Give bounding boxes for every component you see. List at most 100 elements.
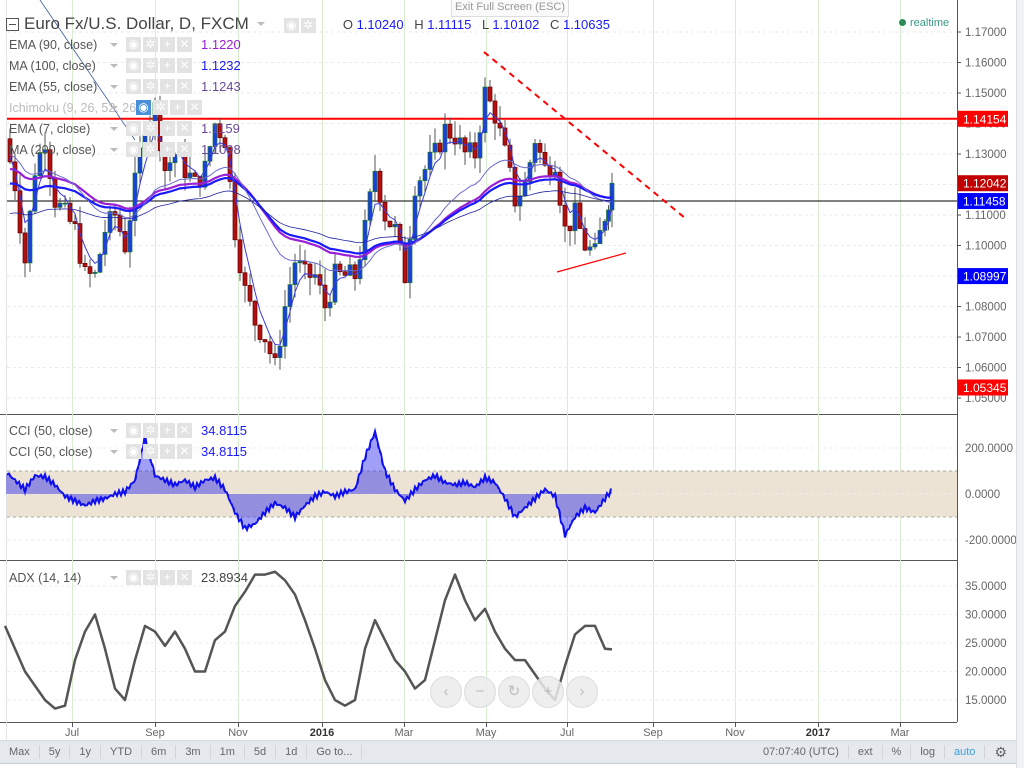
- close-icon[interactable]: ✕: [177, 121, 192, 136]
- gear-icon[interactable]: ✲: [300, 18, 316, 33]
- gear-icon[interactable]: ✲: [143, 58, 158, 73]
- indicator-name[interactable]: Ichimoku (9, 26, 52, 26): [9, 101, 140, 115]
- range-button-5d[interactable]: 5d: [245, 745, 277, 759]
- plus-icon[interactable]: +: [160, 121, 175, 136]
- gear-icon[interactable]: ✲: [143, 121, 158, 136]
- eye-icon[interactable]: ◉: [126, 444, 141, 459]
- plus-icon[interactable]: +: [160, 423, 175, 438]
- eye-icon[interactable]: ◉: [126, 37, 141, 52]
- indicator-legend[interactable]: CCI (50, close) ◉ ✲ + ✕ 34.8115: [9, 444, 247, 459]
- collapse-legend-icon[interactable]: [6, 17, 19, 31]
- close-icon[interactable]: ✕: [177, 142, 192, 157]
- plus-icon[interactable]: +: [170, 100, 185, 115]
- scroll-right-button[interactable]: ›: [566, 676, 598, 708]
- gear-icon[interactable]: ✲: [143, 37, 158, 52]
- plus-icon[interactable]: +: [160, 444, 175, 459]
- gear-icon[interactable]: ✲: [153, 100, 168, 115]
- indicator-name[interactable]: EMA (90, close): [9, 38, 107, 52]
- scale-toggle-percent[interactable]: %: [883, 745, 912, 759]
- range-button-1d[interactable]: 1d: [276, 745, 308, 759]
- scroll-left-button[interactable]: ‹: [430, 676, 462, 708]
- plus-icon[interactable]: +: [160, 570, 175, 585]
- candle-body: [427, 151, 433, 170]
- plus-icon[interactable]: +: [160, 37, 175, 52]
- scale-toggle-auto[interactable]: auto: [945, 745, 986, 759]
- gear-icon[interactable]: ✲: [143, 142, 158, 157]
- range-button-1m[interactable]: 1m: [211, 745, 245, 759]
- indicator-legend[interactable]: EMA (7, close) ◉ ✲ + ✕ 1.1159: [9, 121, 240, 136]
- indicator-legend[interactable]: ADX (14, 14) ◉ ✲ + ✕ 23.8934: [9, 570, 248, 585]
- range-button-3m[interactable]: 3m: [176, 745, 211, 759]
- eye-icon[interactable]: ◉: [126, 570, 141, 585]
- price-label-value: 1.14154: [963, 112, 1007, 126]
- indicator-legend[interactable]: MA (100, close) ◉ ✲ + ✕ 1.1232: [9, 58, 241, 73]
- indicator-legend[interactable]: EMA (55, close) ◉ ✲ + ✕ 1.1243: [9, 79, 241, 94]
- ma-100-line: [9, 176, 613, 255]
- close-icon[interactable]: ✕: [177, 37, 192, 52]
- chevron-down-icon[interactable]: [110, 147, 118, 152]
- chevron-down-icon[interactable]: [256, 22, 265, 26]
- plus-icon[interactable]: +: [160, 58, 175, 73]
- bottom-toolbar: Max 5y 1y YTD 6m 3m 1m 5d 1d Go to... 07:07:40 (UT…: [0, 740, 1016, 764]
- indicator-legend[interactable]: EMA (90, close) ◉ ✲ + ✕ 1.1220: [9, 37, 241, 52]
- close-icon[interactable]: ✕: [177, 444, 192, 459]
- range-button-6m[interactable]: 6m: [142, 745, 177, 759]
- eye-icon[interactable]: ◉: [126, 58, 141, 73]
- indicator-name[interactable]: EMA (55, close): [9, 80, 107, 94]
- close-icon[interactable]: ✕: [187, 100, 202, 115]
- settings-gear-icon[interactable]: ⚙: [985, 745, 1016, 759]
- chevron-down-icon[interactable]: [110, 105, 118, 110]
- indicator-legend[interactable]: MA (200, close) ◉ ✲ + ✕ 1.1098: [9, 142, 241, 157]
- eye-icon[interactable]: ◉: [126, 423, 141, 438]
- chevron-down-icon[interactable]: [110, 449, 118, 454]
- chevron-down-icon[interactable]: [110, 42, 118, 47]
- goto-date-button[interactable]: Go to...: [307, 745, 363, 759]
- indicator-name[interactable]: CCI (50, close): [9, 424, 107, 438]
- range-button-5y[interactable]: 5y: [40, 745, 71, 759]
- bearish-candle: [567, 225, 573, 247]
- eye-icon[interactable]: ◉: [126, 79, 141, 94]
- eye-icon[interactable]: ◉: [136, 100, 151, 115]
- zoom-in-button[interactable]: +: [532, 676, 564, 708]
- chevron-down-icon[interactable]: [110, 428, 118, 433]
- bullish-candle: [427, 134, 433, 177]
- indicator-legend[interactable]: CCI (50, close) ◉ ✲ + ✕ 34.8115: [9, 423, 247, 438]
- chevron-down-icon[interactable]: [110, 126, 118, 131]
- plus-icon[interactable]: +: [160, 79, 175, 94]
- candle-body: [342, 271, 348, 276]
- indicator-name[interactable]: ADX (14, 14): [9, 571, 107, 585]
- gear-icon[interactable]: ✲: [143, 444, 158, 459]
- range-button-ytd[interactable]: YTD: [101, 745, 143, 759]
- close-icon[interactable]: ✕: [177, 570, 192, 585]
- reset-button[interactable]: ↻: [498, 676, 530, 708]
- close-icon[interactable]: ✕: [177, 79, 192, 94]
- scale-toggle-ext[interactable]: ext: [849, 745, 883, 759]
- symbol-title[interactable]: Euro Fx/U.S. Dollar, D, FXCM: [24, 14, 249, 34]
- indicator-legend[interactable]: Ichimoku (9, 26, 52, 26) ◉ ✲ + ✕: [9, 100, 211, 115]
- candle-body: [237, 239, 243, 274]
- scrollbar[interactable]: [1016, 0, 1024, 768]
- plus-icon[interactable]: +: [160, 142, 175, 157]
- indicator-name[interactable]: CCI (50, close): [9, 445, 107, 459]
- indicator-name[interactable]: MA (200, close): [9, 143, 107, 157]
- gear-icon[interactable]: ✲: [143, 79, 158, 94]
- eye-icon[interactable]: ◉: [126, 121, 141, 136]
- close-icon[interactable]: ✕: [177, 423, 192, 438]
- utc-clock[interactable]: 07:07:40 (UTC): [754, 745, 849, 759]
- symbol-legend: Euro Fx/U.S. Dollar, D, FXCM ◉ ✲ O 1.1024…: [6, 14, 617, 34]
- gear-icon[interactable]: ✲: [143, 423, 158, 438]
- chart-canvas[interactable]: Jul Sep Nov 2016 Mar May Jul Sep Nov 2017 Mar 1.170…: [0, 0, 1024, 768]
- indicator-name[interactable]: EMA (7, close): [9, 122, 107, 136]
- chevron-down-icon[interactable]: [110, 84, 118, 89]
- range-button-max[interactable]: Max: [0, 745, 40, 759]
- gear-icon[interactable]: ✲: [143, 570, 158, 585]
- zoom-out-button[interactable]: −: [464, 676, 496, 708]
- scale-toggle-log[interactable]: log: [911, 745, 946, 759]
- chevron-down-icon[interactable]: [110, 63, 118, 68]
- eye-icon[interactable]: ◉: [126, 142, 141, 157]
- close-icon[interactable]: ✕: [177, 58, 192, 73]
- range-button-1y[interactable]: 1y: [70, 745, 102, 759]
- eye-icon[interactable]: ◉: [283, 18, 299, 33]
- chevron-down-icon[interactable]: [110, 575, 118, 580]
- indicator-name[interactable]: MA (100, close): [9, 59, 107, 73]
